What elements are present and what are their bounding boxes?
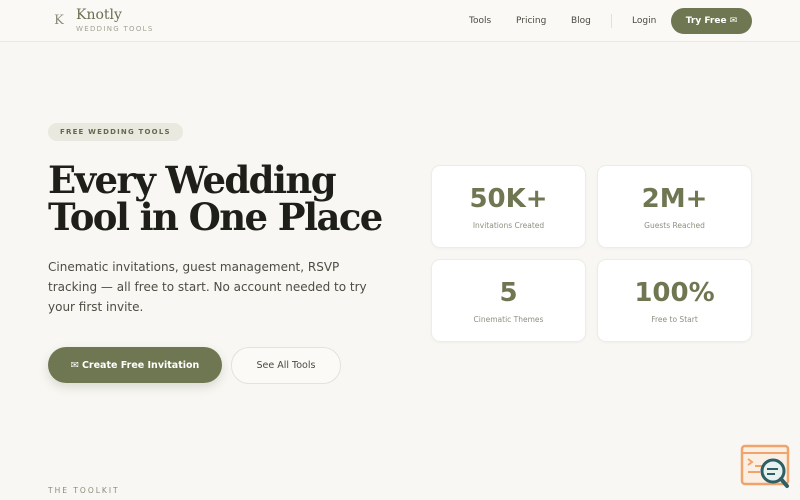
site-header: K Knotly WEDDING TOOLS Tools Pricing Blo… — [0, 0, 800, 42]
create-invitation-button[interactable]: ✉ Create Free Invitation — [48, 347, 222, 383]
stat-card-themes: 5 Cinematic Themes — [431, 259, 586, 342]
hero-subtext: Cinematic invitations, guest management,… — [48, 260, 367, 314]
stat-card-free: 100% Free to Start — [597, 259, 752, 342]
nav-divider — [611, 14, 612, 28]
stat-label: Invitations Created — [472, 220, 545, 230]
logo-text: Knotly WEDDING TOOLS — [76, 7, 154, 34]
stat-value: 50K+ — [469, 183, 548, 214]
logo[interactable]: K Knotly WEDDING TOOLS — [50, 7, 154, 34]
try-free-button[interactable]: Try Free ✉ — [671, 8, 752, 34]
stat-label: Cinematic Themes — [473, 314, 544, 324]
headline-line-2: Tool in One Place — [48, 195, 383, 239]
nav-link-tools[interactable]: Tools — [469, 0, 491, 42]
nav-link-login[interactable]: Login — [632, 0, 656, 42]
stat-value: 5 — [499, 277, 518, 308]
brand-name: Knotly — [76, 7, 122, 23]
see-all-tools-button[interactable]: See All Tools — [231, 347, 341, 384]
headline-line-1: Every Wedding — [48, 158, 337, 202]
stat-value: 2M+ — [641, 183, 708, 214]
hero-badge: FREE WEDDING TOOLS — [48, 123, 183, 141]
search-chat-widget-icon[interactable] — [740, 444, 790, 490]
brand-tagline: WEDDING TOOLS — [76, 25, 154, 33]
stat-label: Guests Reached — [644, 220, 705, 230]
stat-card-guests: 2M+ Guests Reached — [597, 165, 752, 248]
section-label-toolkit: THE TOOLKIT — [48, 486, 120, 495]
stat-card-invitations: 50K+ Invitations Created — [431, 165, 586, 248]
knot-k-icon: K — [54, 13, 64, 28]
nav-link-pricing[interactable]: Pricing — [516, 0, 546, 42]
hero-headline: Every Wedding Tool in One Place — [48, 162, 408, 236]
stat-label: Free to Start — [651, 314, 698, 324]
nav-link-blog[interactable]: Blog — [571, 0, 591, 42]
stat-value: 100% — [634, 277, 715, 308]
